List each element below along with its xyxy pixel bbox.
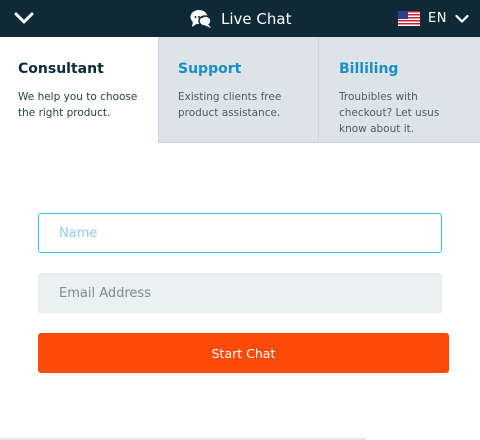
tab-support[interactable]: Support Existing clients free product as… (158, 37, 318, 143)
collapse-button[interactable] (10, 6, 38, 30)
tab-description: Troubibles with checkout? Let usus know … (339, 91, 440, 135)
tab-title: Support (178, 61, 242, 77)
header-title: Live Chat (221, 9, 292, 28)
header-title-group: Live Chat (190, 0, 291, 37)
name-field[interactable] (38, 213, 442, 253)
us-flag-icon (398, 11, 420, 26)
chat-header: Live Chat EN (0, 0, 480, 37)
language-selector[interactable]: EN (398, 0, 469, 37)
tab-consultant[interactable]: Consultant We help you to choose the rig… (0, 37, 158, 143)
tab-description: We help you to choose the right product. (18, 91, 138, 119)
email-field[interactable] (38, 273, 442, 313)
start-chat-button[interactable]: Start Chat (38, 333, 449, 373)
chevron-down-icon (455, 14, 469, 23)
chat-bubbles-icon (190, 9, 212, 28)
tab-title: Billiling (339, 61, 399, 77)
language-code: EN (428, 11, 447, 26)
chevron-down-icon (14, 12, 34, 24)
department-tabs: Consultant We help you to choose the rig… (0, 37, 480, 143)
tab-billing[interactable]: Billiling Troubibles with checkout? Let … (318, 37, 480, 143)
tab-title: Consultant (18, 61, 104, 77)
tab-description: Existing clients free product assistance… (178, 91, 282, 119)
